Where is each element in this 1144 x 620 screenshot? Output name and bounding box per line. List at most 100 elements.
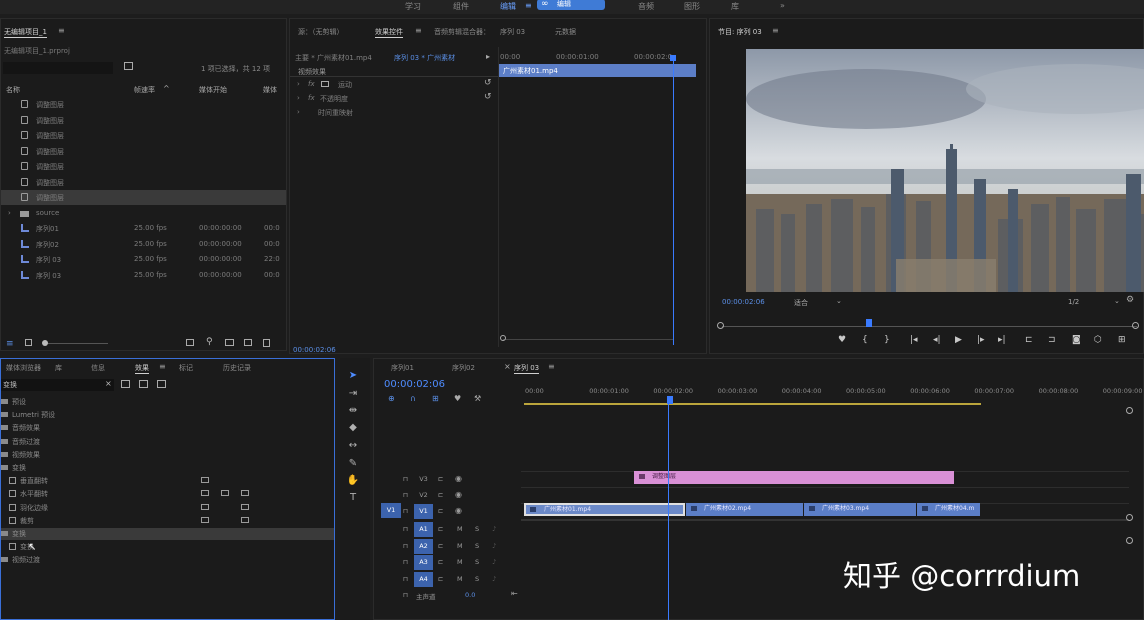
fx-badge[interactable]: fx [308, 80, 315, 88]
new-item-icon[interactable] [244, 339, 252, 346]
lock-track-icon[interactable]: ⊓ [403, 507, 408, 522]
project-item[interactable]: 序列02 25.00 fps 00:00:00:00 00:0 [1, 237, 286, 252]
tab-project[interactable]: 无编辑项目_1 [4, 27, 47, 38]
adjustment-layer-clip[interactable]: 调整图层 [634, 471, 954, 484]
sync-lock-icon[interactable]: ⊏ [438, 542, 443, 557]
source-patch-v1[interactable]: V1 [381, 503, 401, 518]
delete-icon[interactable] [263, 339, 270, 347]
v1-clip-1[interactable]: 广州素材01.mp4 [524, 503, 685, 516]
work-area-bar[interactable] [524, 403, 981, 405]
program-playhead[interactable] [866, 319, 872, 327]
lock-track-icon[interactable]: ⊓ [403, 575, 408, 590]
effect-clip-bar[interactable]: 广州素材01.mp4 [499, 64, 696, 77]
button-editor-icon[interactable]: ⊞ [1118, 335, 1126, 345]
scroll-handle-icon[interactable] [1126, 537, 1133, 544]
tab-metadata[interactable]: 元数据 [555, 27, 576, 37]
panel-menu-icon[interactable]: ≡ [548, 362, 555, 371]
sync-lock-icon[interactable]: ⊏ [438, 491, 443, 506]
ec-playhead[interactable] [673, 55, 674, 345]
fit-dropdown[interactable]: 适合 [794, 298, 808, 308]
mark-in-icon[interactable]: { [862, 335, 868, 345]
chevron-down-icon[interactable]: ⌄ [836, 297, 842, 305]
effect-motion[interactable]: 运动 [338, 80, 352, 90]
hand-tool-icon[interactable]: ✋ [346, 475, 360, 488]
project-item[interactable]: 调整图层 [1, 144, 286, 159]
lock-track-icon[interactable]: ⊓ [403, 542, 408, 557]
tab-libraries[interactable]: 库 [55, 363, 62, 373]
effects-tree-item[interactable]: 音频过渡 [1, 436, 334, 448]
solo-button[interactable]: S [475, 575, 479, 590]
type-tool-icon[interactable]: T [346, 492, 360, 505]
tab-audio-clip-mixer[interactable]: 音频剪辑混合器： [434, 27, 490, 37]
sync-lock-icon[interactable]: ⊏ [438, 575, 443, 590]
zoom-handle-left[interactable] [717, 322, 724, 329]
export-frame-icon[interactable]: ◙ [1072, 335, 1081, 345]
sequence-clip-label[interactable]: 序列 03 * 广州素材 [394, 53, 455, 63]
mute-button[interactable]: M [457, 558, 463, 573]
project-item[interactable]: 调整图层 [1, 128, 286, 143]
mute-button[interactable]: M [457, 575, 463, 590]
panel-menu-icon[interactable]: ≡ [415, 26, 422, 35]
column-media-start[interactable]: 媒体开始 [199, 85, 227, 95]
ripple-edit-tool-icon[interactable]: ⇹ [346, 405, 360, 418]
workspace-learn[interactable]: 学习 [405, 1, 421, 12]
effects-tree-item[interactable]: 音频效果 [1, 422, 334, 434]
v1-clip-2[interactable]: 广州素材02.mp4 [686, 503, 803, 516]
slip-tool-icon[interactable]: ↔ [346, 440, 360, 453]
zoom-handle-right[interactable] [1132, 322, 1139, 329]
panel-menu-icon[interactable]: ≡ [159, 362, 166, 371]
icon-view-icon[interactable] [25, 339, 32, 346]
scroll-handle-icon[interactable] [1126, 407, 1133, 414]
tab-history[interactable]: 历史记录 [223, 363, 251, 373]
tab-source[interactable]: 源：（无剪辑） [298, 27, 344, 37]
track-target-v1[interactable]: V1 [414, 504, 433, 519]
project-item[interactable]: 序列 03 25.00 fps 00:00:00:00 22:0 [1, 252, 286, 267]
workspace-graphics[interactable]: 图形 [684, 1, 700, 12]
expand-arrow-icon[interactable]: › [297, 108, 300, 116]
tab-info[interactable]: 信息 [91, 363, 105, 373]
step-back-icon[interactable]: ◂| [933, 335, 941, 345]
effects-tree-item[interactable]: 预设 [1, 396, 334, 408]
mute-button[interactable]: M [457, 542, 463, 557]
reset-icon[interactable]: ↺ [484, 78, 492, 88]
timeline-playhead[interactable] [668, 396, 669, 620]
effects-tree-item[interactable]: 垂直翻转 [1, 475, 334, 487]
project-item[interactable]: 调整图层 [1, 175, 286, 190]
effects-tree-item[interactable]: 视频效果 [1, 449, 334, 461]
project-item[interactable]: 调整图层 [1, 97, 286, 112]
snap-icon[interactable]: ⊕ [388, 394, 395, 403]
solo-button[interactable]: S [475, 558, 479, 573]
workspace-menu-icon[interactable]: ≡ [525, 1, 532, 10]
scroll-handle-icon[interactable] [1126, 514, 1133, 521]
effect-opacity[interactable]: 不透明度 [320, 94, 348, 104]
timeline-timecode[interactable]: 00:00:02:06 [384, 379, 445, 390]
effects-search-input[interactable]: 变换 × [1, 379, 114, 391]
expand-arrow-icon[interactable]: › [297, 80, 300, 88]
eye-icon[interactable]: ◉ [455, 474, 462, 489]
sync-lock-icon[interactable]: ⊏ [438, 475, 443, 490]
find-icon[interactable]: ⚲ [206, 337, 213, 347]
clear-search-icon[interactable]: × [105, 379, 112, 388]
project-item[interactable]: 序列01 25.00 fps 00:00:00:00 00:0 [1, 221, 286, 236]
program-scrubbar[interactable] [722, 326, 1137, 327]
project-search-input[interactable] [3, 62, 113, 74]
selection-tool-icon[interactable]: ➤ [346, 370, 360, 383]
track-target-v3[interactable]: V3 [414, 472, 433, 487]
effects-tree-item[interactable]: 变换 [1, 462, 334, 474]
pen-tool-icon[interactable]: ✎ [346, 458, 360, 471]
zoom-slider[interactable] [43, 343, 108, 344]
ec-playhead-handle[interactable] [670, 55, 676, 61]
effects-tree-item[interactable]: 裁剪 [1, 515, 334, 527]
master-volume-value[interactable]: 0.0 [465, 591, 475, 606]
track-target-a3[interactable]: A3 [414, 555, 433, 570]
sync-lock-icon[interactable]: ⊏ [438, 558, 443, 573]
track-target-v2[interactable]: V2 [414, 488, 433, 503]
project-item[interactable]: 调整图层 [1, 113, 286, 128]
track-target-a2[interactable]: A2 [414, 538, 433, 554]
workspace-library[interactable]: 库 [731, 1, 739, 12]
panel-menu-icon[interactable]: ≡ [772, 26, 779, 35]
expand-arrow-icon[interactable]: › [297, 94, 300, 102]
effects-tree-item[interactable]: 羽化边缘 [1, 502, 334, 514]
lock-track-icon[interactable]: ⊓ [403, 525, 408, 540]
quality-dropdown[interactable]: 1/2 [1068, 298, 1079, 306]
